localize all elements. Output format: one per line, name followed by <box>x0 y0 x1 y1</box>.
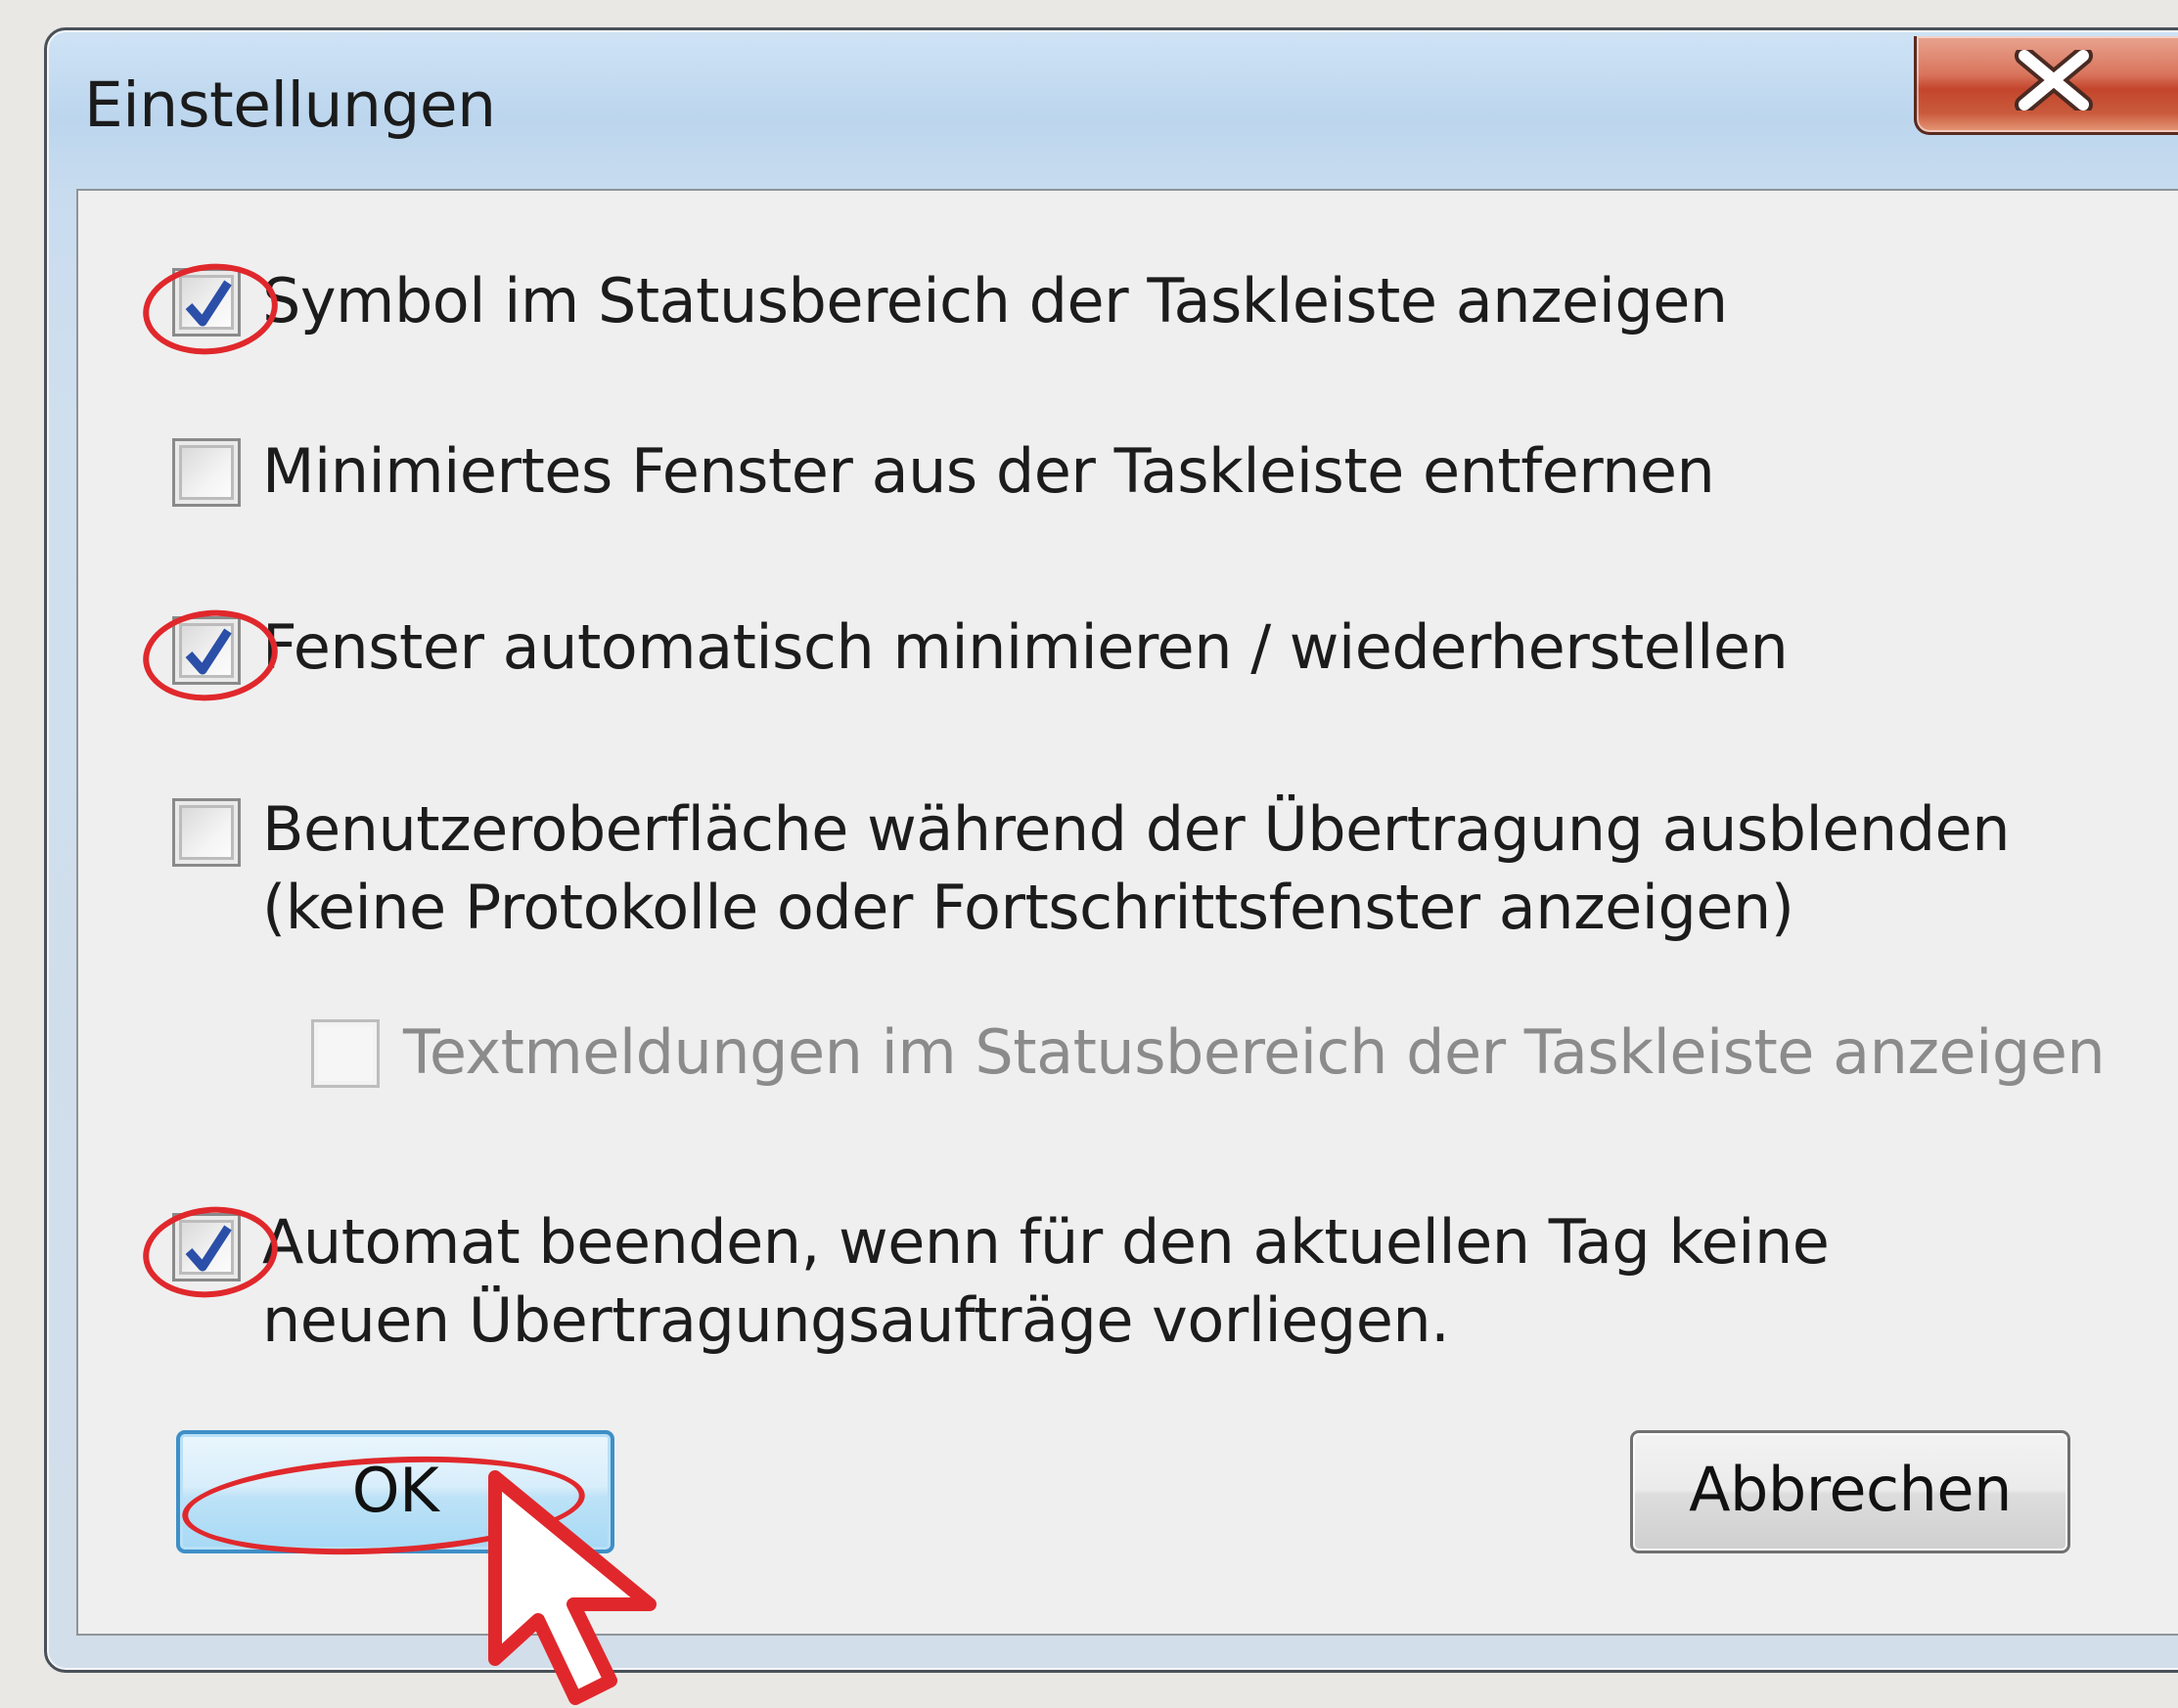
close-x-icon <box>2015 50 2093 111</box>
option-label-quit-line1[interactable]: Automat beenden, wenn für den aktuellen … <box>262 1203 1830 1281</box>
option-label-hide-ui-line2[interactable]: (keine Protokolle oder Fortschrittsfenst… <box>262 869 1794 947</box>
dialog-title: Einstellungen <box>84 69 496 141</box>
option-label-hide-ui-line1[interactable]: Benutzeroberfläche während der Übertragu… <box>262 790 2011 869</box>
checkbox-remove-minimized-from-taskbar[interactable] <box>172 438 241 507</box>
option-label-auto-minimize-restore[interactable]: Fenster automatisch minimieren / wiederh… <box>262 608 1789 687</box>
close-button[interactable] <box>1914 36 2178 135</box>
cancel-button[interactable]: Abbrechen <box>1630 1430 2070 1553</box>
option-label-remove-minimized-from-taskbar[interactable]: Minimiertes Fenster aus der Taskleiste e… <box>262 432 1715 511</box>
option-label-text-messages-tray[interactable]: Textmeldungen im Statusbereich der Taskl… <box>403 1013 2106 1092</box>
title-bar[interactable]: Einstellungen <box>47 30 2178 192</box>
option-label-show-tray-icon[interactable]: Symbol im Statusbereich der Taskleiste a… <box>262 262 1728 340</box>
checkbox-text-messages-tray[interactable] <box>311 1019 380 1088</box>
checkbox-hide-ui-during-transfer[interactable] <box>172 798 241 867</box>
mouse-pointer-icon <box>488 1470 657 1705</box>
option-label-quit-line2[interactable]: neuen Übertragungsaufträge vorliegen. <box>262 1281 1450 1360</box>
